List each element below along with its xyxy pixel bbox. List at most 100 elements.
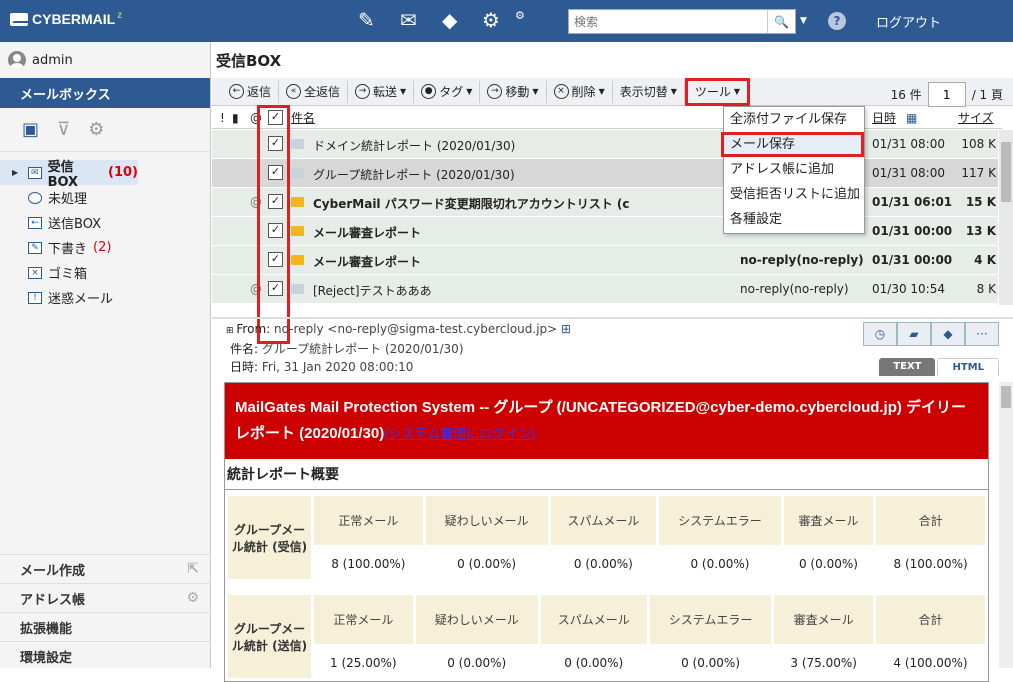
read-mail-icon [291,284,304,294]
search-icon[interactable]: 🔍 [767,10,795,33]
search-box[interactable]: 🔍 [568,9,796,34]
menu-settings[interactable]: 各種設定 [724,207,864,232]
page-input[interactable] [927,82,966,107]
from-address[interactable]: no-reply <no-reply@sigma-test.cybercloud… [274,322,557,336]
tools-menu: 全添付ファイル保存 メール保存 アドレス帳に追加 受信拒否リストに追加 各種設定 [721,106,865,234]
move-button[interactable]: → 移動 ▼ [480,80,547,103]
compose-icon[interactable]: ✎ [358,8,375,32]
preview-scrollbar[interactable] [999,382,1013,668]
delete-icon: × [553,84,569,99]
folder-trash[interactable]: × ゴミ箱 [0,260,210,285]
add-contact-icon[interactable]: ⊞ [561,322,571,336]
popout-icon[interactable]: ⇱ [187,561,199,577]
trash-icon: × [28,266,42,279]
unread-mail-icon [291,197,304,207]
message-list: ✓ ドメイン統計レポート (2020/01/30) 01/31 08:00 108 K… [212,130,998,304]
comment-icon[interactable]: ▰ [897,322,931,346]
move-icon: → [487,84,503,99]
clock-icon[interactable]: ◷ [863,322,897,346]
address-book[interactable]: アドレス帳 ⚙ [0,583,211,612]
gear-icon[interactable]: ⚙ [482,8,500,32]
reply-all-button[interactable]: «全返信 [279,80,349,103]
tag-icon[interactable]: ◆ [931,322,965,346]
search-input[interactable] [569,10,767,33]
sidebar-tabs: ▣ ⊽ ⚙ [0,108,210,152]
spam-icon: ! [28,291,42,304]
forward-button[interactable]: → 転送 ▼ [348,80,415,103]
user-row: admin [0,42,210,78]
app-logo[interactable]: CYBERMAIL z [10,10,122,27]
settings-tab-icon[interactable]: ⚙ [88,119,104,140]
help-icon[interactable]: ? [828,12,846,30]
flag2-column-icon[interactable]: ▮ [232,111,239,125]
table-row[interactable]: @ ✓ CyberMail パスワード変更期限切れアカウントリスト (c 01/31 … [212,188,998,217]
flag-column-icon[interactable]: ! [220,111,225,125]
preferences[interactable]: 環境設定 [0,641,211,670]
username: admin [32,52,73,68]
scroll-thumb[interactable] [1001,386,1011,408]
sent-icon: ← [28,216,42,229]
delete-button[interactable]: × 削除 ▼ [547,80,613,103]
tag-icon[interactable]: ◆ [442,8,457,32]
folder-drafts[interactable]: ✎ 下書き (2) [0,235,210,260]
menu-save-mail[interactable]: メール保存 [721,132,864,157]
menu-add-address[interactable]: アドレス帳に追加 [724,157,864,182]
inbox-tab-icon[interactable]: ▣ [22,119,39,140]
pager: 16 件/ 1 頁 [891,82,1003,107]
tag-icon: ● [421,84,437,99]
reply-icon: ← [229,84,244,99]
clock-icon [28,191,42,204]
tab-text[interactable]: TEXT [879,358,936,376]
folder-list: ▶ ✉ 受信BOX (10) 未処理 ← 送信BOX ✎ 下書き (2) × ゴミ箱 ! 迷惑メ… [0,160,210,310]
small-gear-icon[interactable]: ⚙ [515,4,525,28]
stats-table-recv: グループメール統計 (受信) 正常メール 疑わしいメール スパムメール システムエラー審… [225,493,988,582]
read-mail-icon [291,139,304,149]
table-row[interactable]: ✓ ドメイン統計レポート (2020/01/30) 01/31 08:00 108 K [212,130,998,159]
login-link[interactable]: (システム管理にログイン) [384,426,535,441]
tag-button[interactable]: ● タグ ▼ [414,80,481,103]
report-body: MailGates Mail Protection System -- グループ… [224,382,989,682]
more-icon[interactable]: ··· [965,322,999,346]
compose-mail[interactable]: メール作成 ⇱ [0,554,211,583]
folder-unprocessed[interactable]: 未処理 [0,185,210,210]
view-toggle-button[interactable]: 表示切替 ▼ [613,80,685,103]
search-dropdown-icon[interactable]: ▼ [800,16,807,26]
list-scrollbar[interactable] [999,130,1013,305]
mail-icon[interactable]: ✉ [400,8,417,32]
read-mail-icon [291,168,304,178]
collapse-icon[interactable]: ⊞ [226,326,236,336]
reply-all-icon: « [286,84,302,99]
date-column[interactable]: 日時 [872,109,896,126]
reply-button[interactable]: ← 返信 [222,80,280,103]
size-column[interactable]: サイズ [958,109,994,126]
menu-add-blocklist[interactable]: 受信拒否リストに追加 [724,182,864,207]
folder-spam[interactable]: ! 迷惑メール [0,285,210,310]
subject-column[interactable]: 件名 [291,109,315,126]
list-header: ! ▮ @ ✓ 件名 日時 ▦ サイズ [212,107,1002,129]
main-pane: 受信BOX ← 返信 «全返信 → 転送 ▼ ● タグ ▼ → 移動 ▼ × 削除 ▼ 表示切替 ▼… [212,42,1013,682]
table-row[interactable]: ✓ メール審査レポート no-reply(no-reply) 01/31 00:00 4… [212,246,998,275]
filter-tab-icon[interactable]: ⊽ [57,119,70,140]
unread-mail-icon [291,226,304,236]
menu-save-all-attachments[interactable]: 全添付ファイル保存 [724,107,864,132]
scroll-thumb[interactable] [1001,142,1011,202]
draft-icon: ✎ [28,241,42,254]
logout-link[interactable]: ログアウト [876,12,941,31]
gear-icon[interactable]: ⚙ [186,590,199,606]
checkbox-highlight [257,105,290,344]
expand-icon[interactable]: ▶ [12,168,18,177]
folder-inbox[interactable]: ▶ ✉ 受信BOX (10) [0,160,138,190]
tools-button[interactable]: ツール ▼ [684,77,751,106]
report-title: MailGates Mail Protection System -- グループ… [225,383,988,459]
table-row[interactable]: ✓ グループ統計レポート (2020/01/30) 01/31 08:00 117 K [212,159,998,188]
inbox-icon: ✉ [28,166,42,179]
calendar-icon[interactable]: ▦ [906,111,917,125]
table-row[interactable]: ✓ メール審査レポート 01/31 00:00 13 K [212,217,998,246]
extensions[interactable]: 拡張機能 [0,612,211,641]
table-row[interactable]: @ ✓ [Reject]テストあああ no-reply(no-reply) 01/30 … [212,275,998,304]
mailbox-header: メールボックス [0,78,210,108]
avatar-icon [8,51,26,69]
tab-html[interactable]: HTML [937,358,999,376]
format-tabs: TEXT HTML [879,358,999,376]
folder-sent[interactable]: ← 送信BOX [0,210,210,235]
